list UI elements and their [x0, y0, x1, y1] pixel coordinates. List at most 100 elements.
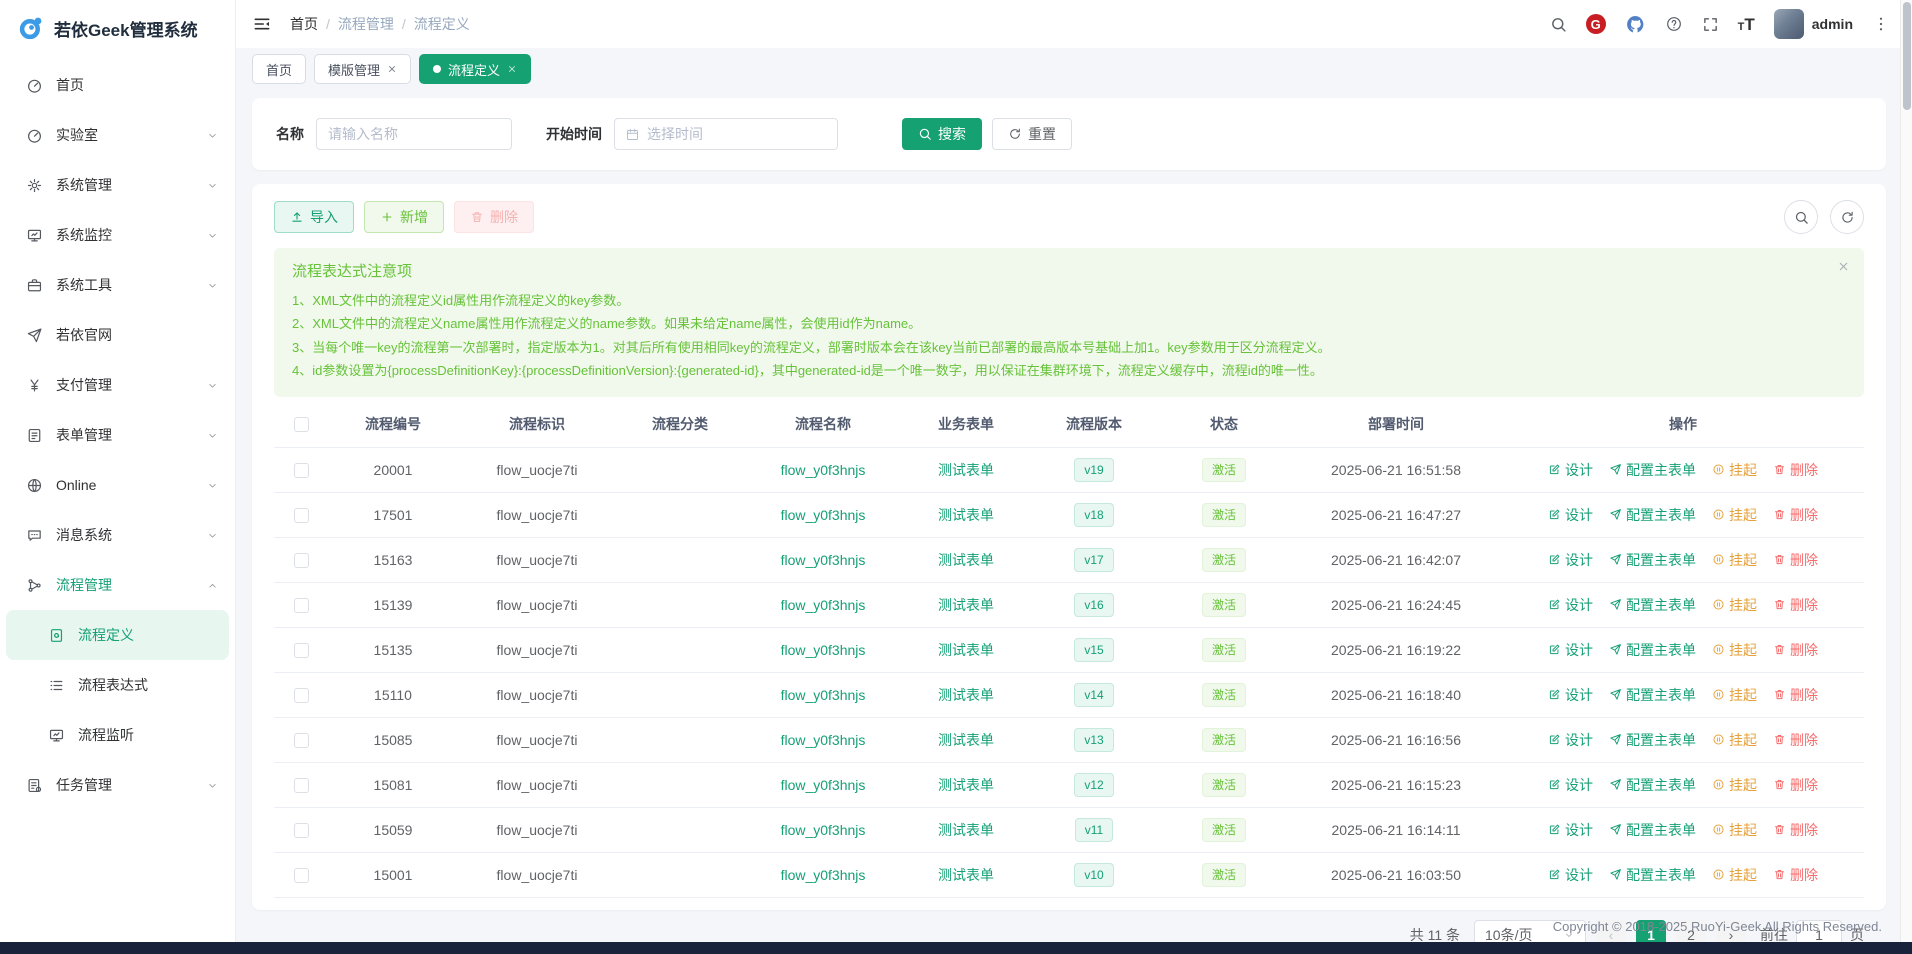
action-config-form[interactable]: 配置主表单: [1609, 685, 1696, 705]
action-suspend[interactable]: 挂起: [1712, 550, 1757, 570]
action-design[interactable]: 设计: [1548, 775, 1593, 795]
logo[interactable]: 若依Geek管理系统: [0, 0, 235, 56]
action-design[interactable]: 设计: [1548, 505, 1593, 525]
row-checkbox[interactable]: [294, 868, 309, 883]
fullscreen-icon[interactable]: [1702, 16, 1719, 33]
cell-business-form[interactable]: 测试表单: [902, 627, 1030, 672]
search-button[interactable]: 搜索: [902, 118, 982, 150]
reset-button[interactable]: 重置: [992, 118, 1072, 150]
action-config-form[interactable]: 配置主表单: [1609, 550, 1696, 570]
action-design[interactable]: 设计: [1548, 595, 1593, 615]
row-checkbox[interactable]: [294, 778, 309, 793]
action-delete[interactable]: 删除: [1773, 550, 1818, 570]
action-delete[interactable]: 删除: [1773, 595, 1818, 615]
tab-template[interactable]: 模版管理: [314, 54, 411, 84]
sidebar-item-home[interactable]: 首页: [0, 60, 235, 110]
sidebar-item-flowable[interactable]: 流程管理: [0, 560, 235, 610]
cell-process-name[interactable]: flow_y0f3hnjs: [744, 852, 902, 897]
action-delete[interactable]: 删除: [1773, 730, 1818, 750]
action-config-form[interactable]: 配置主表单: [1609, 865, 1696, 885]
sidebar-item-website[interactable]: 若依官网: [0, 310, 235, 360]
row-checkbox[interactable]: [294, 463, 309, 478]
cell-process-name[interactable]: flow_y0f3hnjs: [744, 717, 902, 762]
row-checkbox[interactable]: [294, 688, 309, 703]
row-checkbox[interactable]: [294, 823, 309, 838]
row-checkbox[interactable]: [294, 598, 309, 613]
action-delete[interactable]: 删除: [1773, 865, 1818, 885]
action-suspend[interactable]: 挂起: [1712, 865, 1757, 885]
action-suspend[interactable]: 挂起: [1712, 640, 1757, 660]
collapse-sidebar-icon[interactable]: [252, 14, 272, 34]
cell-business-form[interactable]: 测试表单: [902, 582, 1030, 627]
action-delete[interactable]: 删除: [1773, 820, 1818, 840]
action-design[interactable]: 设计: [1548, 865, 1593, 885]
cell-process-name[interactable]: flow_y0f3hnjs: [744, 447, 902, 492]
action-config-form[interactable]: 配置主表单: [1609, 595, 1696, 615]
action-design[interactable]: 设计: [1548, 820, 1593, 840]
cell-business-form[interactable]: 测试表单: [902, 717, 1030, 762]
start-time-input[interactable]: [647, 126, 827, 142]
action-delete[interactable]: 删除: [1773, 685, 1818, 705]
cell-process-name[interactable]: flow_y0f3hnjs: [744, 672, 902, 717]
vertical-scrollbar[interactable]: [1900, 0, 1912, 942]
gitee-icon[interactable]: G: [1586, 14, 1606, 34]
cell-process-name[interactable]: flow_y0f3hnjs: [744, 492, 902, 537]
start-time-picker[interactable]: [614, 118, 838, 150]
cell-process-name[interactable]: flow_y0f3hnjs: [744, 537, 902, 582]
row-checkbox[interactable]: [294, 643, 309, 658]
github-icon[interactable]: [1625, 14, 1646, 35]
cell-business-form[interactable]: 测试表单: [902, 537, 1030, 582]
action-design[interactable]: 设计: [1548, 685, 1593, 705]
action-design[interactable]: 设计: [1548, 730, 1593, 750]
action-suspend[interactable]: 挂起: [1712, 685, 1757, 705]
action-design[interactable]: 设计: [1548, 460, 1593, 480]
sidebar-item-form[interactable]: 表单管理: [0, 410, 235, 460]
action-config-form[interactable]: 配置主表单: [1609, 730, 1696, 750]
action-config-form[interactable]: 配置主表单: [1609, 775, 1696, 795]
action-suspend[interactable]: 挂起: [1712, 775, 1757, 795]
scrollbar-thumb[interactable]: [1903, 2, 1911, 110]
sidebar-item-pay[interactable]: 支付管理: [0, 360, 235, 410]
help-icon[interactable]: [1665, 15, 1683, 33]
action-delete[interactable]: 删除: [1773, 460, 1818, 480]
sidebar-item-lab[interactable]: 实验室: [0, 110, 235, 160]
sidebar-item-monitor[interactable]: 系统监控: [0, 210, 235, 260]
user-menu[interactable]: admin: [1774, 9, 1853, 39]
action-suspend[interactable]: 挂起: [1712, 595, 1757, 615]
font-size-icon[interactable]: TT: [1738, 16, 1755, 33]
sidebar-item-tool[interactable]: 系统工具: [0, 260, 235, 310]
sidebar-item-system[interactable]: 系统管理: [0, 160, 235, 210]
cell-business-form[interactable]: 测试表单: [902, 807, 1030, 852]
toggle-search-button[interactable]: [1784, 200, 1818, 234]
search-icon[interactable]: [1550, 16, 1567, 33]
sidebar-item-procdef[interactable]: 流程定义: [6, 610, 229, 660]
action-delete[interactable]: 删除: [1773, 640, 1818, 660]
name-input[interactable]: [316, 118, 512, 150]
cell-process-name[interactable]: flow_y0f3hnjs: [744, 582, 902, 627]
action-design[interactable]: 设计: [1548, 640, 1593, 660]
sidebar-item-task[interactable]: 任务管理: [0, 760, 235, 810]
action-delete[interactable]: 删除: [1773, 775, 1818, 795]
action-config-form[interactable]: 配置主表单: [1609, 640, 1696, 660]
row-checkbox[interactable]: [294, 733, 309, 748]
action-suspend[interactable]: 挂起: [1712, 460, 1757, 480]
cell-business-form[interactable]: 测试表单: [902, 672, 1030, 717]
cell-business-form[interactable]: 测试表单: [902, 492, 1030, 537]
close-tab-icon[interactable]: [387, 64, 397, 74]
action-suspend[interactable]: 挂起: [1712, 820, 1757, 840]
cell-process-name[interactable]: flow_y0f3hnjs: [744, 762, 902, 807]
cell-business-form[interactable]: 测试表单: [902, 762, 1030, 807]
action-config-form[interactable]: 配置主表单: [1609, 505, 1696, 525]
row-checkbox[interactable]: [294, 508, 309, 523]
breadcrumb-item[interactable]: 首页: [290, 14, 318, 34]
sidebar-item-online[interactable]: Online: [0, 460, 235, 510]
row-checkbox[interactable]: [294, 553, 309, 568]
close-tab-icon[interactable]: [507, 64, 517, 74]
action-config-form[interactable]: 配置主表单: [1609, 820, 1696, 840]
action-delete[interactable]: 删除: [1773, 505, 1818, 525]
action-config-form[interactable]: 配置主表单: [1609, 460, 1696, 480]
cell-business-form[interactable]: 测试表单: [902, 447, 1030, 492]
cell-business-form[interactable]: 测试表单: [902, 852, 1030, 897]
sidebar-item-message[interactable]: 消息系统: [0, 510, 235, 560]
close-icon[interactable]: [1837, 260, 1850, 273]
